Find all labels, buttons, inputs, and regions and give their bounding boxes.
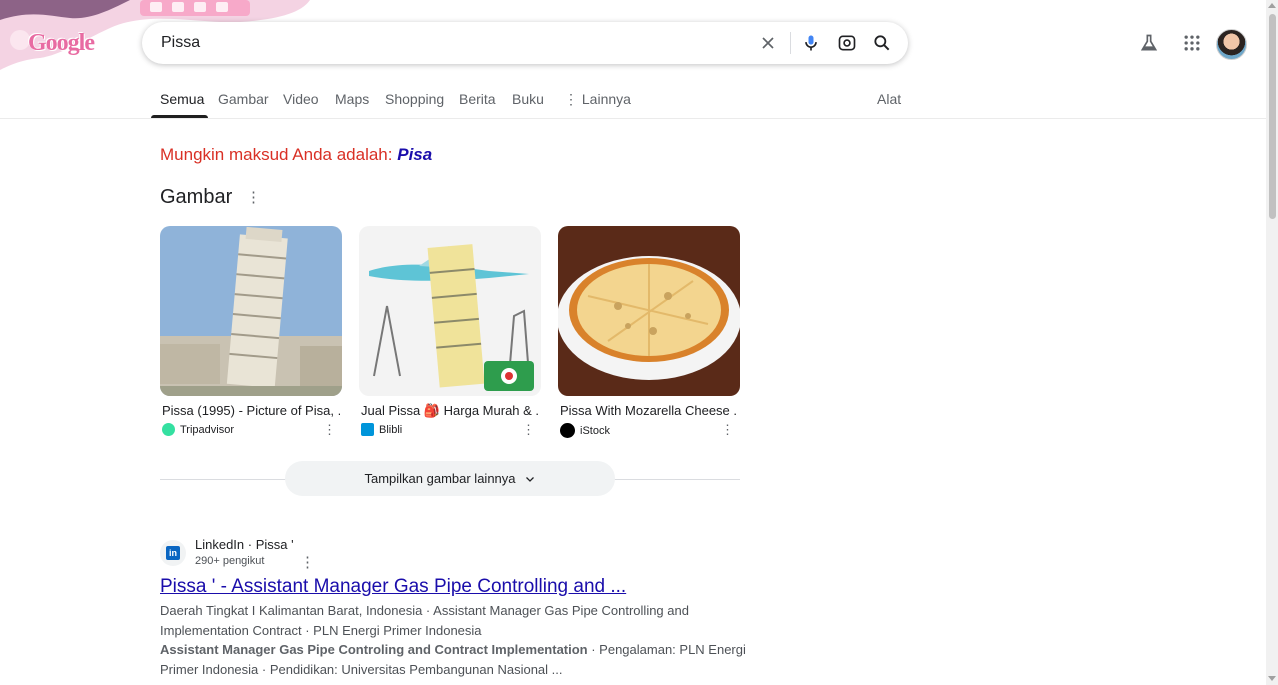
result-snippet-line: Assistant Manager Gas Pipe Controling an… xyxy=(160,642,746,657)
blibli-icon xyxy=(361,423,374,436)
image-card-source-label: Blibli xyxy=(379,423,403,436)
result-favicon[interactable]: in xyxy=(160,540,186,566)
result-snippet-line: Primer Indonesia · Pendidikan: Universit… xyxy=(160,662,563,677)
scroll-down-arrow-icon[interactable] xyxy=(1268,676,1276,681)
image-card-title[interactable]: Pissa With Mozarella Cheese ... xyxy=(560,403,738,418)
image-card-title[interactable]: Jual Pissa 🎒 Harga Murah & ... xyxy=(361,403,539,419)
image-card-source: Blibli xyxy=(361,423,402,436)
tab-images[interactable]: Gambar xyxy=(218,91,269,107)
result-followers: 290+ pengikut xyxy=(195,555,265,567)
microphone-icon[interactable] xyxy=(801,33,821,53)
tab-news[interactable]: Berita xyxy=(459,91,496,107)
linkedin-icon: in xyxy=(166,546,180,560)
more-vert-icon: ⋮ xyxy=(564,91,582,107)
did-you-mean: Mungkin maksud Anda adalah: Pisa xyxy=(160,145,432,165)
result-more-icon[interactable]: ⋮ xyxy=(300,555,315,570)
image-card-source: Tripadvisor xyxy=(162,423,234,436)
result-snippet-line: Implementation Contract · PLN Energi Pri… xyxy=(160,623,482,638)
image-thumbnail-pizza[interactable] xyxy=(558,226,740,396)
search-icon[interactable] xyxy=(872,33,892,53)
images-section-title: Gambar xyxy=(160,186,233,208)
image-thumbnail-illustration[interactable] xyxy=(359,226,541,396)
scrollbar-thumb[interactable] xyxy=(1269,14,1276,219)
page-scrollbar[interactable] xyxy=(1266,0,1278,685)
image-card-source-label: iStock xyxy=(580,424,610,437)
chevron-down-icon xyxy=(525,476,534,482)
tab-more[interactable]: ⋮ Lainnya xyxy=(564,91,631,108)
images-section-more-icon[interactable]: ⋮ xyxy=(246,190,261,205)
result-snippet-bold: Assistant Manager Gas Pipe Controling an… xyxy=(160,642,588,657)
result-site-name[interactable]: LinkedIn · Pissa ' xyxy=(195,537,294,552)
account-avatar[interactable] xyxy=(1216,29,1247,60)
search-tabs: Semua Gambar Video Maps Shopping Berita … xyxy=(0,80,1266,119)
search-divider xyxy=(790,32,791,54)
image-card-source: iStock xyxy=(560,423,610,438)
image-card-2[interactable]: Jual Pissa 🎒 Harga Murah & ... Blibli ⋮ xyxy=(359,226,541,437)
did-you-mean-prefix: Mungkin maksud Anda adalah: xyxy=(160,145,393,164)
clear-search-icon[interactable] xyxy=(758,33,778,53)
image-card-more-icon[interactable]: ⋮ xyxy=(721,422,734,438)
scroll-up-arrow-icon[interactable] xyxy=(1268,3,1276,8)
labs-flask-icon[interactable] xyxy=(1139,33,1159,53)
image-card-title[interactable]: Pissa (1995) - Picture of Pisa, ... xyxy=(162,403,340,418)
result-snippet-line: Daerah Tingkat I Kalimantan Barat, Indon… xyxy=(160,603,689,618)
result-title-link[interactable]: Pissa ' - Assistant Manager Gas Pipe Con… xyxy=(160,576,626,598)
tools-button[interactable]: Alat xyxy=(877,91,901,107)
search-input[interactable]: Pissa xyxy=(161,34,200,52)
lens-icon[interactable] xyxy=(837,33,857,53)
image-card-1[interactable]: Pissa (1995) - Picture of Pisa, ... Trip… xyxy=(160,226,342,437)
result-snippet-rest: · Pengalaman: PLN Energi xyxy=(587,642,746,657)
search-box[interactable]: Pissa xyxy=(142,22,908,64)
show-more-images-button[interactable]: Tampilkan gambar lainnya xyxy=(285,461,615,496)
tab-all[interactable]: Semua xyxy=(160,91,204,107)
image-card-3[interactable]: Pissa With Mozarella Cheese ... iStock ⋮ xyxy=(558,226,740,438)
google-logo: Google xyxy=(28,30,95,56)
tripadvisor-icon xyxy=(162,423,175,436)
image-card-more-icon[interactable]: ⋮ xyxy=(522,422,535,438)
apps-grid-icon[interactable] xyxy=(1182,33,1202,53)
tab-shopping[interactable]: Shopping xyxy=(385,91,444,107)
tab-maps[interactable]: Maps xyxy=(335,91,369,107)
istock-icon xyxy=(560,423,575,438)
image-card-more-icon[interactable]: ⋮ xyxy=(323,422,336,438)
image-thumbnail-tower-photo[interactable] xyxy=(160,226,342,396)
tab-books[interactable]: Buku xyxy=(512,91,544,107)
image-card-source-label: Tripadvisor xyxy=(180,423,234,436)
did-you-mean-suggestion[interactable]: Pisa xyxy=(397,145,432,164)
tab-videos[interactable]: Video xyxy=(283,91,319,107)
tab-more-label: Lainnya xyxy=(581,91,631,107)
active-tab-indicator xyxy=(151,115,208,118)
show-more-images-label: Tampilkan gambar lainnya xyxy=(364,471,516,486)
